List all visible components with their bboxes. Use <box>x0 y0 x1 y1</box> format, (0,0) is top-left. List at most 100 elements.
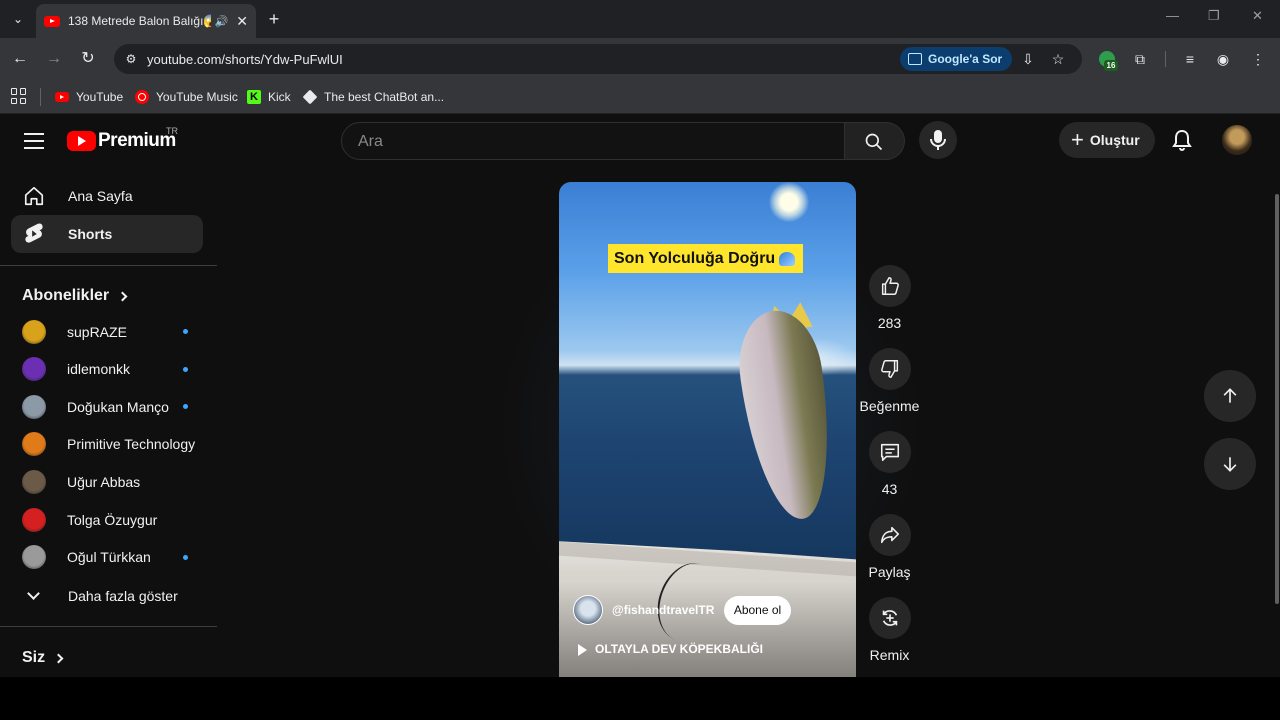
play-icon <box>578 644 587 656</box>
subscription-item[interactable]: idlemonkk <box>11 351 203 388</box>
youtube-favicon-icon <box>44 15 60 27</box>
restore-icon[interactable]: ❐ <box>1208 8 1220 24</box>
search-input[interactable] <box>358 132 828 152</box>
sidebar-divider <box>0 626 217 627</box>
dislike-label: Beğenme <box>859 398 920 414</box>
menu-icon[interactable] <box>24 133 44 149</box>
bookmark-label: YouTube Music <box>156 90 238 104</box>
plus-icon: + <box>1071 127 1084 152</box>
show-more-button[interactable]: Daha fazla göster <box>11 577 203 614</box>
channel-avatar[interactable] <box>573 595 603 625</box>
tab-strip: ⌄ 138 Metrede Balon Balığı😱 🔊 ✕ + — ❐ ✕ <box>0 0 1280 38</box>
like-count: 283 <box>877 315 902 331</box>
browser-menu-icon[interactable]: ⋮ <box>1248 49 1268 69</box>
dislike-action: Beğenme <box>859 348 920 414</box>
subscribe-button[interactable]: Abone ol <box>724 596 791 625</box>
bookmarks-bar: YouTube YouTube Music K Kick The best Ch… <box>0 80 1280 114</box>
subscription-item[interactable]: supRAZE <box>11 313 203 350</box>
chatbot-icon <box>302 89 318 105</box>
subscription-name: Uğur Abbas <box>67 473 141 490</box>
scrollbar-thumb[interactable] <box>1275 194 1279 604</box>
dislike-button[interactable] <box>868 348 911 390</box>
like-button[interactable] <box>868 265 911 307</box>
taskbar-area <box>0 677 1280 720</box>
sidebar-item-shorts[interactable]: Shorts <box>11 215 203 253</box>
notifications-bell-icon[interactable] <box>1170 128 1194 152</box>
bookmark-chatbot[interactable]: The best ChatBot an... <box>302 88 444 106</box>
remix-button[interactable] <box>868 597 911 639</box>
search-button[interactable] <box>845 122 905 160</box>
channel-handle[interactable]: @fishandtravelTR <box>612 603 714 617</box>
sidebar-item-home[interactable]: Ana Sayfa <box>11 177 203 215</box>
new-tab-button[interactable]: + <box>263 8 285 30</box>
forward-icon[interactable]: → <box>42 47 66 71</box>
arrow-up-icon <box>1223 388 1237 403</box>
close-tab-icon[interactable]: ✕ <box>236 13 248 30</box>
bookmark-star-icon[interactable]: ☆ <box>1048 49 1068 69</box>
subscription-item[interactable]: Tolga Özuygur <box>11 501 203 538</box>
subscription-item[interactable]: Primitive Technology <box>11 426 203 463</box>
caption-text: Son Yolculuğa Doğru <box>614 249 776 267</box>
media-control-icon[interactable]: ≡ <box>1180 49 1200 69</box>
chevron-right-icon <box>53 653 64 663</box>
comments-button[interactable] <box>868 431 911 473</box>
close-window-icon[interactable]: ✕ <box>1252 8 1263 24</box>
profile-icon[interactable]: ◉ <box>1213 49 1233 69</box>
new-content-dot <box>183 554 188 560</box>
youtube-icon <box>55 92 69 102</box>
site-info-icon[interactable]: ⚙ <box>122 50 140 68</box>
bookmark-kick[interactable]: K Kick <box>247 88 291 106</box>
subscription-item[interactable]: Oğul Türkkan <box>11 539 203 576</box>
youtube-page: Premium TR + Oluştur Ana Sayfa Shorts Ab… <box>0 114 1280 677</box>
sidebar-item-label: Ana Sayfa <box>68 188 133 204</box>
home-icon <box>23 185 45 207</box>
account-avatar[interactable] <box>1222 125 1252 155</box>
share-button[interactable] <box>868 514 911 556</box>
shorts-icon <box>23 223 45 245</box>
new-content-dot <box>183 366 188 372</box>
next-short-button[interactable] <box>1204 438 1256 490</box>
ask-google-button[interactable]: Google'a Sor <box>900 47 1013 71</box>
create-button[interactable]: + Oluştur <box>1059 122 1155 158</box>
comment-icon <box>880 443 899 462</box>
chevron-right-icon <box>117 291 128 301</box>
reload-icon[interactable]: ↻ <box>76 47 100 71</box>
you-header[interactable]: Siz <box>22 649 64 667</box>
bookmark-label: YouTube <box>76 90 124 104</box>
logo-text: Premium <box>98 130 176 151</box>
subscription-name: Primitive Technology <box>67 436 196 453</box>
new-content-dot <box>183 404 188 410</box>
chevron-down-icon <box>27 586 40 600</box>
subscription-item[interactable]: Uğur Abbas <box>11 463 203 500</box>
extensions-puzzle-icon[interactable]: ⧉ <box>1130 49 1150 69</box>
like-action: 283 <box>862 265 917 331</box>
remix-action: Remix <box>862 597 917 663</box>
url-text[interactable]: youtube.com/shorts/Ydw-PuFwlUI <box>147 52 343 67</box>
toolbar-divider <box>1165 51 1166 67</box>
remix-icon <box>882 610 897 626</box>
address-bar[interactable]: ⚙ youtube.com/shorts/Ydw-PuFwlUI Google'… <box>114 44 1082 74</box>
video-title[interactable]: OLTAYLA DEV KÖPEKBALIĞI <box>595 642 763 656</box>
apps-grid-icon[interactable] <box>11 88 27 104</box>
bookmark-youtube[interactable]: YouTube <box>55 88 123 106</box>
bookmark-youtube-music[interactable]: YouTube Music <box>135 88 238 106</box>
short-video-player[interactable]: Son Yolculuğa Doğru @fishandtravelTR Abo… <box>559 182 856 677</box>
subscription-item[interactable]: Doğukan Manço <box>11 388 203 425</box>
new-content-dot <box>183 329 188 334</box>
subscription-name: Tolga Özuygur <box>67 511 158 528</box>
voice-search-button[interactable] <box>919 121 957 159</box>
search-box[interactable] <box>341 122 845 160</box>
minimize-icon[interactable]: — <box>1166 8 1179 23</box>
channel-avatar <box>22 507 46 532</box>
channel-avatar <box>22 432 46 457</box>
browser-tab[interactable]: 138 Metrede Balon Balığı😱 🔊 ✕ <box>36 4 256 38</box>
youtube-premium-logo[interactable]: Premium <box>67 130 176 152</box>
tab-search-chevron-icon[interactable]: ⌄ <box>6 7 30 31</box>
install-app-icon[interactable]: ⇩ <box>1018 49 1038 69</box>
channel-avatar <box>22 319 46 344</box>
back-icon[interactable]: ← <box>8 47 32 71</box>
previous-short-button[interactable] <box>1204 370 1256 422</box>
speaker-icon[interactable]: 🔊 <box>215 15 229 28</box>
thumbs-down-icon <box>880 360 898 378</box>
subscriptions-header[interactable]: Abonelikler <box>22 287 128 305</box>
